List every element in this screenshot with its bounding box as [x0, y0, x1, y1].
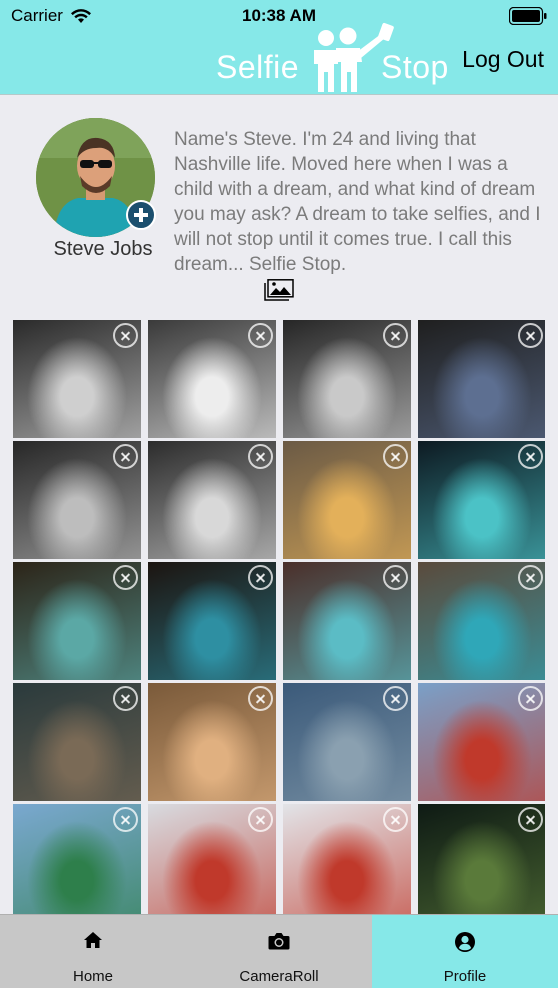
- photo-tile[interactable]: [148, 683, 276, 801]
- delete-photo-icon[interactable]: [248, 686, 273, 711]
- profile-section: Steve Jobs Name's Steve. I'm 24 and livi…: [0, 96, 558, 316]
- delete-photo-icon[interactable]: [518, 444, 543, 469]
- photo-tile[interactable]: [148, 441, 276, 559]
- tab-profile-label: Profile: [443, 968, 487, 985]
- tab-cameraroll[interactable]: CameraRoll: [186, 915, 372, 988]
- photo-tile[interactable]: [283, 441, 411, 559]
- photo-tile[interactable]: [418, 562, 545, 680]
- delete-photo-icon[interactable]: [113, 807, 138, 832]
- app-logo: Selfie Stop: [214, 22, 454, 92]
- delete-photo-icon[interactable]: [248, 444, 273, 469]
- delete-photo-icon[interactable]: [113, 686, 138, 711]
- delete-photo-icon[interactable]: [113, 444, 138, 469]
- tab-profile[interactable]: Profile: [372, 915, 558, 988]
- logo-word-selfie: Selfie: [216, 49, 300, 85]
- profile-icon: [455, 932, 475, 952]
- delete-photo-icon[interactable]: [248, 565, 273, 590]
- delete-photo-icon[interactable]: [383, 686, 408, 711]
- delete-photo-icon[interactable]: [383, 444, 408, 469]
- photo-tile[interactable]: [148, 562, 276, 680]
- logo-word-stop: Stop: [381, 49, 449, 85]
- photo-tile[interactable]: [148, 804, 276, 914]
- photo-tile[interactable]: [13, 441, 141, 559]
- photo-tile[interactable]: [418, 804, 545, 914]
- photo-tile[interactable]: [283, 804, 411, 914]
- photo-tile[interactable]: [13, 562, 141, 680]
- delete-photo-icon[interactable]: [113, 323, 138, 348]
- delete-photo-icon[interactable]: [518, 807, 543, 832]
- navigation-bar: Carrier 10:38 AM Selfie Stop Log Out: [0, 0, 558, 95]
- tab-home-label: Home: [72, 968, 113, 985]
- tab-home[interactable]: Home: [0, 915, 186, 988]
- tab-cameraroll-label: CameraRoll: [239, 968, 319, 985]
- photo-tile[interactable]: [283, 683, 411, 801]
- photo-tile[interactable]: [13, 320, 141, 438]
- image-gallery-icon[interactable]: [264, 279, 294, 301]
- camera-icon: [268, 933, 290, 950]
- logout-button[interactable]: Log Out: [462, 46, 544, 73]
- delete-photo-icon[interactable]: [248, 323, 273, 348]
- add-photo-icon[interactable]: [126, 200, 156, 230]
- delete-photo-icon[interactable]: [248, 807, 273, 832]
- photo-tile[interactable]: [283, 562, 411, 680]
- profile-bio: Name's Steve. I'm 24 and living that Nas…: [174, 129, 541, 275]
- battery-icon: [509, 7, 547, 25]
- profile-name: Steve Jobs: [53, 238, 153, 260]
- delete-photo-icon[interactable]: [518, 323, 543, 348]
- photo-tile[interactable]: [148, 320, 276, 438]
- photo-tile[interactable]: [418, 683, 545, 801]
- home-icon: [84, 932, 102, 948]
- delete-photo-icon[interactable]: [383, 323, 408, 348]
- photo-tile[interactable]: [13, 804, 141, 914]
- delete-photo-icon[interactable]: [113, 565, 138, 590]
- delete-photo-icon[interactable]: [518, 565, 543, 590]
- photo-tile[interactable]: [418, 441, 545, 559]
- delete-photo-icon[interactable]: [518, 686, 543, 711]
- tab-bar: Home CameraRoll Profile: [0, 914, 558, 988]
- photo-tile[interactable]: [418, 320, 545, 438]
- photo-tile[interactable]: [283, 320, 411, 438]
- delete-photo-icon[interactable]: [383, 807, 408, 832]
- delete-photo-icon[interactable]: [383, 565, 408, 590]
- photo-grid: [13, 320, 545, 914]
- photo-tile[interactable]: [13, 683, 141, 801]
